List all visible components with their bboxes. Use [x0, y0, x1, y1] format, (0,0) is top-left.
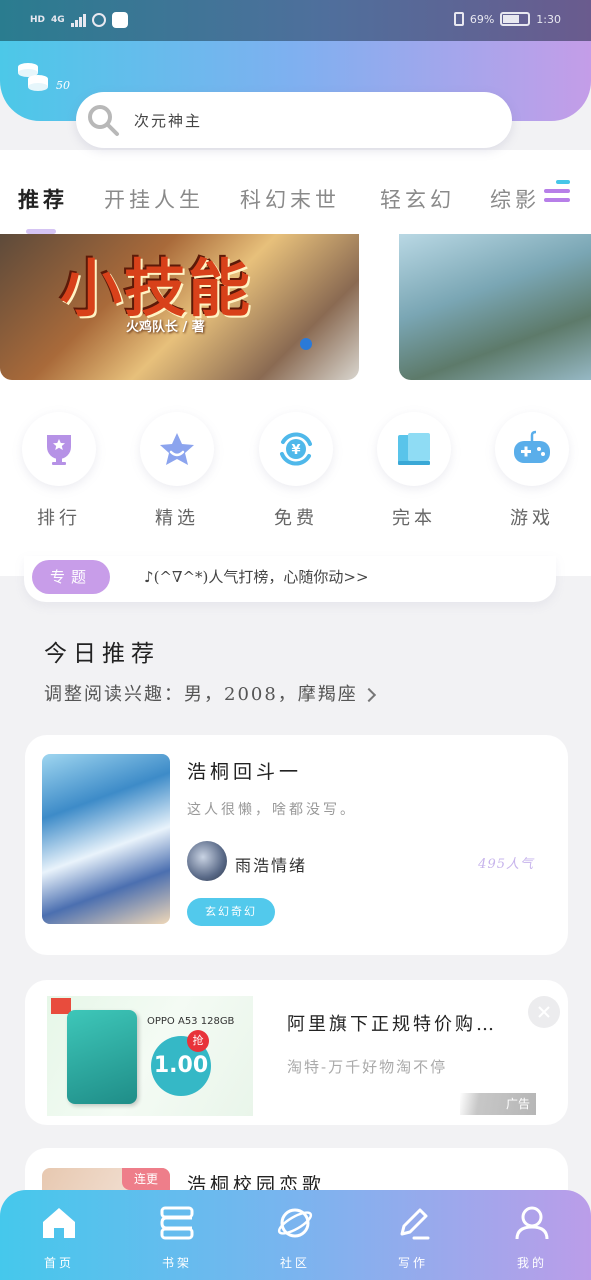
avatar: [187, 841, 227, 881]
nav-label: 写作: [397, 1256, 428, 1270]
tab-light-fantasy[interactable]: 轻玄幻: [380, 184, 455, 214]
pen-icon: [400, 1208, 430, 1240]
serial-tag: 连更: [122, 1168, 170, 1190]
ad-model: OPPO A53 128GB: [147, 1016, 235, 1027]
category-games[interactable]: 游戏: [492, 412, 572, 530]
phone-image: [67, 1010, 137, 1104]
category-label: 精选: [155, 508, 199, 529]
grab-badge: 抢: [187, 1030, 209, 1052]
topic-badge: 专题: [32, 560, 110, 594]
nav-profile[interactable]: 我的: [492, 1204, 572, 1271]
notice-text: ♪(^∇^*)人气打榜，心随你动>>: [144, 568, 369, 586]
book-description: 这人很懒，啥都没写。: [187, 802, 357, 818]
ad-label: 广告: [460, 1093, 536, 1115]
chevron-right-icon: [361, 687, 376, 703]
banner-slide-next[interactable]: [399, 234, 591, 380]
coins-icon: [18, 63, 48, 91]
tab-film-tv[interactable]: 综影: [490, 184, 540, 214]
nav-label: 首页: [43, 1256, 74, 1270]
tabs-menu-button[interactable]: [540, 180, 574, 210]
interest-text: 调整阅读兴趣：男，2008，摩羯座: [44, 684, 358, 705]
ad-subtitle: 淘特-万千好物淘不停: [287, 1058, 448, 1076]
banner-indicator-dot: [300, 338, 312, 350]
bottom-nav: 首页 书架 社区 写作 我的: [0, 1190, 591, 1280]
category-tabs: 推荐 开挂人生 科幻末世 轻玄幻 综影: [0, 180, 591, 220]
banner-title: 小技能: [60, 252, 253, 325]
ad-card[interactable]: OPPO A53 128GB 1.00 抢 阿里旗下正规特价购… 淘特-万千好物…: [25, 980, 568, 1125]
nav-home[interactable]: 首页: [19, 1204, 99, 1271]
tab-scifi-apocalypse[interactable]: 科幻末世: [240, 184, 340, 214]
category-label: 排行: [37, 508, 81, 529]
nav-community[interactable]: 社区: [255, 1204, 335, 1271]
app-notification-icon: [111, 12, 128, 28]
status-bar: HD 4G 69% 1:30: [0, 0, 591, 41]
nav-label: 我的: [516, 1256, 547, 1270]
user-icon: [515, 1206, 549, 1240]
signal-icon: [70, 13, 86, 27]
popularity-count: 495人气: [478, 857, 534, 872]
menu-icon-line: [544, 189, 570, 193]
interest-settings-link[interactable]: 调整阅读兴趣：男，2008，摩羯座: [44, 680, 376, 706]
close-icon: [538, 1006, 550, 1018]
battery-percent: 69%: [469, 12, 495, 26]
book-icon: [398, 433, 430, 465]
banner-author: 火鸡队长 / 著: [126, 320, 205, 335]
search-placeholder: 次元神主: [134, 111, 203, 130]
section-title: 今日推荐: [44, 641, 160, 667]
topic-notice[interactable]: 专题 ♪(^∇^*)人气打榜，心随你动>>: [24, 556, 556, 602]
ad-title: 阿里旗下正规特价购…: [287, 1014, 497, 1035]
ad-image: OPPO A53 128GB 1.00 抢: [47, 996, 253, 1116]
nav-label: 社区: [279, 1256, 310, 1270]
battery-icon: [500, 12, 531, 26]
svg-text:¥: ¥: [291, 443, 300, 458]
tab-cheat-life[interactable]: 开挂人生: [104, 184, 204, 214]
ad-close-button[interactable]: [528, 996, 560, 1028]
menu-icon: [556, 180, 570, 184]
category-featured[interactable]: 精选: [137, 412, 217, 530]
notification-circle-icon: [91, 13, 106, 27]
nav-bookshelf[interactable]: 书架: [137, 1204, 217, 1271]
search-bar[interactable]: 次元神主: [76, 92, 512, 148]
author-name: 雨浩情绪: [235, 856, 308, 875]
clock: 1:30: [536, 12, 561, 26]
network-indicator: 4G: [51, 15, 65, 25]
banner-slide[interactable]: 小技能 火鸡队长 / 著: [0, 234, 359, 380]
trophy-icon: [47, 435, 71, 465]
store-logo-icon: [51, 998, 71, 1014]
category-label: 游戏: [510, 508, 554, 529]
book-cover: [42, 754, 170, 924]
coin-balance[interactable]: 50: [16, 60, 70, 92]
vibrate-icon: [453, 12, 464, 26]
nav-write[interactable]: 写作: [373, 1204, 453, 1271]
category-label: 免费: [274, 508, 318, 529]
genre-tag[interactable]: 玄幻奇幻: [187, 898, 275, 926]
category-free[interactable]: ¥ 免费: [256, 412, 336, 530]
hd-indicator: HD: [30, 15, 46, 25]
book-title: 浩桐回斗一: [187, 761, 303, 783]
nav-label: 书架: [161, 1256, 192, 1270]
coin-count: 50: [56, 79, 70, 92]
search-icon: [88, 105, 119, 136]
home-icon: [43, 1208, 75, 1238]
category-ranking[interactable]: 排行: [19, 412, 99, 530]
category-completed[interactable]: 完本: [374, 412, 454, 530]
gamepad-icon: [514, 430, 550, 463]
book-card[interactable]: 浩桐回斗一 这人很懒，啥都没写。 雨浩情绪 495人气 玄幻奇幻: [25, 735, 568, 955]
menu-icon-line: [544, 198, 570, 202]
bookshelf-icon: [160, 1206, 194, 1240]
tab-recommend[interactable]: 推荐: [18, 184, 68, 214]
planet-icon: [277, 1208, 313, 1238]
yuan-icon: ¥: [280, 432, 312, 466]
star-icon: [160, 433, 194, 465]
category-label: 完本: [392, 508, 436, 529]
